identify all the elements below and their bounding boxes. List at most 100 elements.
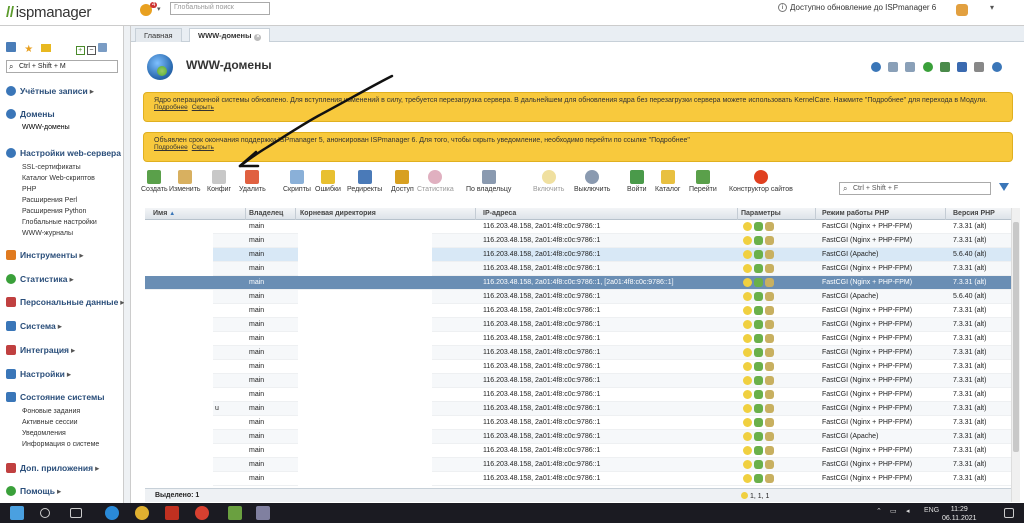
sidebar-section-personal-data[interactable]: Персональные данные ▸ xyxy=(6,297,125,308)
tray-arrow-icon[interactable]: ⌃ xyxy=(876,507,882,515)
tab-www-domains[interactable]: WWW-домены × xyxy=(189,28,271,42)
global-search-input[interactable]: Глобальный поиск xyxy=(170,2,270,15)
create-button[interactable]: Создать xyxy=(141,170,168,193)
help-icon[interactable] xyxy=(991,62,1002,72)
grid-icon[interactable] xyxy=(6,42,16,52)
sidebar-section-domains[interactable]: Домены xyxy=(6,109,55,119)
volume-icon[interactable]: ◂ xyxy=(906,507,910,515)
table-row[interactable]: main 116.203.48.158, 2a01:4f8:c0c:9786::1… xyxy=(145,318,1011,332)
sidebar-section-web-settings[interactable]: Настройки web-сервера xyxy=(6,148,121,158)
scripts-button[interactable]: Скрипты xyxy=(283,170,311,193)
sidebar-item-active-sessions[interactable]: Активные сессии xyxy=(22,419,78,426)
favorite-star-icon[interactable] xyxy=(888,62,899,72)
table-row[interactable]: main 116.203.48.158, 2a01:4f8:c0c:9786::1… xyxy=(145,248,1011,262)
sidebar-item-ssl[interactable]: SSL-сертификаты xyxy=(22,164,81,171)
table-row[interactable]: main 116.203.48.158, 2a01:4f8:c0c:9786::1… xyxy=(145,276,1011,290)
sidebar-section-tools[interactable]: Инструменты ▸ xyxy=(6,250,84,261)
filter-funnel-icon[interactable] xyxy=(999,183,1009,191)
sidebar-item-background-jobs[interactable]: Фоновые задания xyxy=(22,408,80,415)
sidebar-item-perl[interactable]: Расширения Perl xyxy=(22,197,77,204)
folder-icon[interactable] xyxy=(41,44,52,52)
chrome-profile-icon[interactable] xyxy=(195,506,209,520)
sidebar-section-statistics[interactable]: Статистика ▸ xyxy=(6,274,74,285)
table-row[interactable]: main 116.203.48.158, 2a01:4f8:c0c:9786::1… xyxy=(145,374,1011,388)
sidebar-item-www-domains[interactable]: WWW-домены xyxy=(22,124,70,131)
sidebar-item-global-settings[interactable]: Глобальные настройки xyxy=(22,219,97,226)
search-icon[interactable] xyxy=(40,508,50,518)
col-name[interactable]: Имя ▲ xyxy=(153,210,175,217)
user-avatar-icon[interactable] xyxy=(956,4,968,16)
table-row[interactable]: main 116.203.48.158, 2a01:4f8:c0c:9786::1… xyxy=(145,234,1011,248)
task-view-icon[interactable] xyxy=(70,508,82,518)
print-icon[interactable] xyxy=(974,62,985,72)
clock[interactable]: 11:29 06.11.2021 xyxy=(942,505,977,523)
disable-button[interactable]: Выключить xyxy=(574,170,610,193)
table-row[interactable]: main 116.203.48.158, 2a01:4f8:c0c:9786::1… xyxy=(145,416,1011,430)
notice-hide-link[interactable]: Скрыть xyxy=(192,144,214,151)
sidebar-item-python[interactable]: Расширения Python xyxy=(22,208,86,215)
table-scrollbar[interactable] xyxy=(1011,208,1020,502)
paint-icon[interactable] xyxy=(256,506,270,520)
col-ip[interactable]: IP-адреса xyxy=(483,210,516,217)
tab-home[interactable]: Главная xyxy=(135,28,182,42)
errors-button[interactable]: Ошибки xyxy=(315,170,341,193)
sidebar-item-system-info[interactable]: Информация о системе xyxy=(22,441,99,448)
table-row[interactable]: u main 116.203.48.158, 2a01:4f8:c0c:9786::… xyxy=(145,402,1011,416)
col-php-version[interactable]: Версия PHP xyxy=(953,210,995,217)
notice-hide-link[interactable]: Скрыть xyxy=(192,104,214,111)
table-row[interactable]: main 116.203.48.158, 2a01:4f8:c0c:9786::1… xyxy=(145,332,1011,346)
sidebar-section-integration[interactable]: Интеграция ▸ xyxy=(6,345,75,356)
network-icon[interactable]: ▭ xyxy=(890,507,897,515)
sidebar-item-php[interactable]: PHP xyxy=(22,186,36,193)
pin-icon[interactable] xyxy=(905,62,916,72)
export-csv-icon[interactable] xyxy=(939,62,950,72)
enable-button[interactable]: Включить xyxy=(533,170,564,193)
table-row[interactable]: main 116.203.48.158, 2a01:4f8:c0c:9786::1… xyxy=(145,346,1011,360)
table-row[interactable]: main 116.203.48.158, 2a01:4f8:c0c:9786::1… xyxy=(145,388,1011,402)
col-root-dir[interactable]: Корневая директория xyxy=(300,210,376,217)
table-row[interactable]: main 116.203.48.158, 2a01:4f8:c0c:9786::1… xyxy=(145,262,1011,276)
table-row[interactable]: main 116.203.48.158, 2a01:4f8:c0c:9786::1… xyxy=(145,458,1011,472)
filezilla-icon[interactable] xyxy=(165,506,179,520)
notice-details-link[interactable]: Подробнее xyxy=(154,104,188,111)
table-row[interactable]: main 116.203.48.158, 2a01:4f8:c0c:9786::1… xyxy=(145,220,1011,234)
statistics-button[interactable]: Статистика xyxy=(417,170,454,193)
sidebar-section-accounts[interactable]: Учётные записи ▸ xyxy=(6,86,94,97)
user-menu-chevron-icon[interactable]: ▾ xyxy=(990,3,994,12)
edge-icon[interactable] xyxy=(105,506,119,520)
table-row[interactable]: main 116.203.48.158, 2a01:4f8:c0c:9786::1… xyxy=(145,444,1011,458)
export-doc-icon[interactable] xyxy=(957,62,968,72)
notification-center-icon[interactable] xyxy=(1004,508,1014,518)
by-owner-button[interactable]: По владельцу xyxy=(466,170,511,193)
sidebar-section-help[interactable]: Помощь ▸ xyxy=(6,486,61,497)
edit-button[interactable]: Изменить xyxy=(169,170,201,193)
filter-search-input[interactable]: ⌕ Ctrl + Shift + F xyxy=(839,182,991,195)
login-button[interactable]: Войти xyxy=(627,170,647,193)
collapse-icon[interactable]: − xyxy=(86,46,96,55)
col-owner[interactable]: Владелец xyxy=(249,210,283,217)
table-row[interactable]: main 116.203.48.158, 2a01:4f8:c0c:9786::1… xyxy=(145,472,1011,486)
pin-icon[interactable] xyxy=(98,43,108,52)
col-php-mode[interactable]: Режим работы PHP xyxy=(822,210,889,217)
table-row[interactable]: main 116.203.48.158, 2a01:4f8:c0c:9786::1… xyxy=(145,304,1011,318)
image-viewer-icon[interactable] xyxy=(228,506,242,520)
notice-details-link[interactable]: Подробнее xyxy=(154,144,188,151)
access-button[interactable]: Доступ xyxy=(391,170,414,193)
sidebar-item-notifications[interactable]: Уведомления xyxy=(22,430,66,437)
chrome-icon[interactable] xyxy=(135,506,149,520)
sidebar-section-settings[interactable]: Настройки ▸ xyxy=(6,369,71,380)
refresh-icon[interactable] xyxy=(871,62,881,72)
site-builder-button[interactable]: Конструктор сайтов xyxy=(729,170,793,193)
config-button[interactable]: Конфиг xyxy=(207,170,231,193)
close-icon[interactable]: × xyxy=(254,34,262,41)
table-row[interactable]: main 116.203.48.158, 2a01:4f8:c0c:9786::1… xyxy=(145,360,1011,374)
windows-start-icon[interactable] xyxy=(10,506,24,520)
expand-icon[interactable]: + xyxy=(75,46,85,55)
catalog-button[interactable]: Каталог xyxy=(655,170,680,193)
sidebar-section-system[interactable]: Система ▸ xyxy=(6,321,62,332)
redirects-button[interactable]: Редиректы xyxy=(347,170,382,193)
language-indicator[interactable]: ENG xyxy=(924,507,939,514)
col-params[interactable]: Параметры xyxy=(741,210,781,217)
sidebar-search-input[interactable]: ⌕ Ctrl + Shift + M xyxy=(6,60,118,73)
sidebar-item-web-scripts[interactable]: Каталог Web-скриптов xyxy=(22,175,95,182)
